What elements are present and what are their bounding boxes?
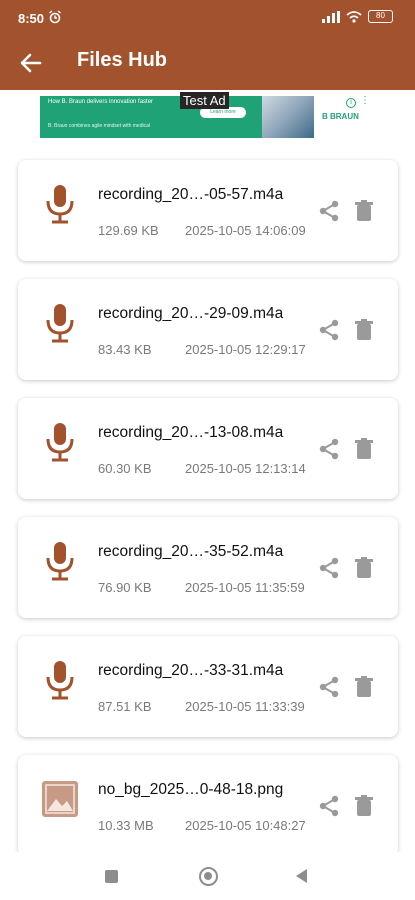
file-card[interactable]: recording_20…-35-52.m4a 76.90 KB 2025-10-0… xyxy=(18,517,398,618)
file-size: 129.69 KB xyxy=(98,223,159,238)
file-card[interactable]: recording_20…-05-57.m4a 129.69 KB 2025-10-… xyxy=(18,160,398,261)
microphone-icon xyxy=(42,422,78,462)
battery-icon: 80 xyxy=(368,10,393,23)
delete-icon[interactable] xyxy=(354,557,374,579)
status-icons: 80 xyxy=(322,10,393,23)
home-button[interactable] xyxy=(199,867,218,886)
file-name: recording_20…-13-08.m4a xyxy=(98,424,284,441)
share-icon[interactable] xyxy=(318,795,340,817)
file-date: 2025-10-05 11:33:39 xyxy=(185,699,305,714)
microphone-icon xyxy=(42,184,78,224)
file-size: 60.30 KB xyxy=(98,461,152,476)
arrow-left-icon[interactable] xyxy=(18,50,44,76)
file-name: no_bg_2025…0-48-18.png xyxy=(98,781,284,798)
alarm-icon xyxy=(49,10,61,24)
file-size: 83.43 KB xyxy=(98,342,152,357)
ad-brand: B BRAUN xyxy=(322,112,359,121)
file-size: 87.51 KB xyxy=(98,699,152,714)
file-size: 76.90 KB xyxy=(98,580,152,595)
file-name: recording_20…-33-31.m4a xyxy=(98,662,284,679)
app-bar: Files Hub xyxy=(0,36,415,90)
ad-panel: How B. Braun delivers innovation faster … xyxy=(40,96,262,138)
microphone-icon xyxy=(42,660,78,700)
recents-button[interactable] xyxy=(105,870,118,883)
ad-menu-icon[interactable]: ⋮ xyxy=(360,96,370,106)
test-ad-badge: Test Ad xyxy=(180,92,229,109)
system-nav-bar xyxy=(0,852,415,900)
file-card[interactable]: recording_20…-29-09.m4a 83.43 KB 2025-10-0… xyxy=(18,279,398,380)
file-card[interactable]: recording_20…-13-08.m4a 60.30 KB 2025-10-0… xyxy=(18,398,398,499)
delete-icon[interactable] xyxy=(354,795,374,817)
delete-icon[interactable] xyxy=(354,676,374,698)
file-date: 2025-10-05 10:48:27 xyxy=(185,818,306,833)
file-size: 10.33 MB xyxy=(98,818,154,833)
ad-info-icon[interactable]: i xyxy=(346,98,356,108)
delete-icon[interactable] xyxy=(354,200,374,222)
status-bar: 8:50 80 xyxy=(0,0,415,36)
image-icon xyxy=(42,779,78,819)
share-icon[interactable] xyxy=(318,557,340,579)
file-date: 2025-10-05 12:29:17 xyxy=(185,342,306,357)
signal-icon xyxy=(322,10,340,23)
ad-photo xyxy=(262,96,314,138)
file-name: recording_20…-35-52.m4a xyxy=(98,543,284,560)
page-title: Files Hub xyxy=(77,49,168,71)
file-date: 2025-10-05 11:35:59 xyxy=(185,580,305,595)
ad-headline: How B. Braun delivers innovation faster xyxy=(48,99,154,105)
back-button[interactable] xyxy=(296,869,307,883)
file-date: 2025-10-05 12:13:14 xyxy=(185,461,306,476)
delete-icon[interactable] xyxy=(354,319,374,341)
file-name: recording_20…-29-09.m4a xyxy=(98,305,284,322)
microphone-icon xyxy=(42,541,78,581)
share-icon[interactable] xyxy=(318,438,340,460)
share-icon[interactable] xyxy=(318,676,340,698)
file-card[interactable]: no_bg_2025…0-48-18.png 10.33 MB 2025-10-05… xyxy=(18,755,398,856)
share-icon[interactable] xyxy=(318,200,340,222)
file-name: recording_20…-05-57.m4a xyxy=(98,186,284,203)
status-time: 8:50 xyxy=(18,11,45,26)
file-date: 2025-10-05 14:06:09 xyxy=(185,223,306,238)
microphone-icon xyxy=(42,303,78,343)
file-card[interactable]: recording_20…-33-31.m4a 87.51 KB 2025-10-0… xyxy=(18,636,398,737)
ad-subline: B. Braun combines agile mindset with med… xyxy=(48,123,150,129)
wifi-icon xyxy=(346,10,362,23)
share-icon[interactable] xyxy=(318,319,340,341)
delete-icon[interactable] xyxy=(354,438,374,460)
